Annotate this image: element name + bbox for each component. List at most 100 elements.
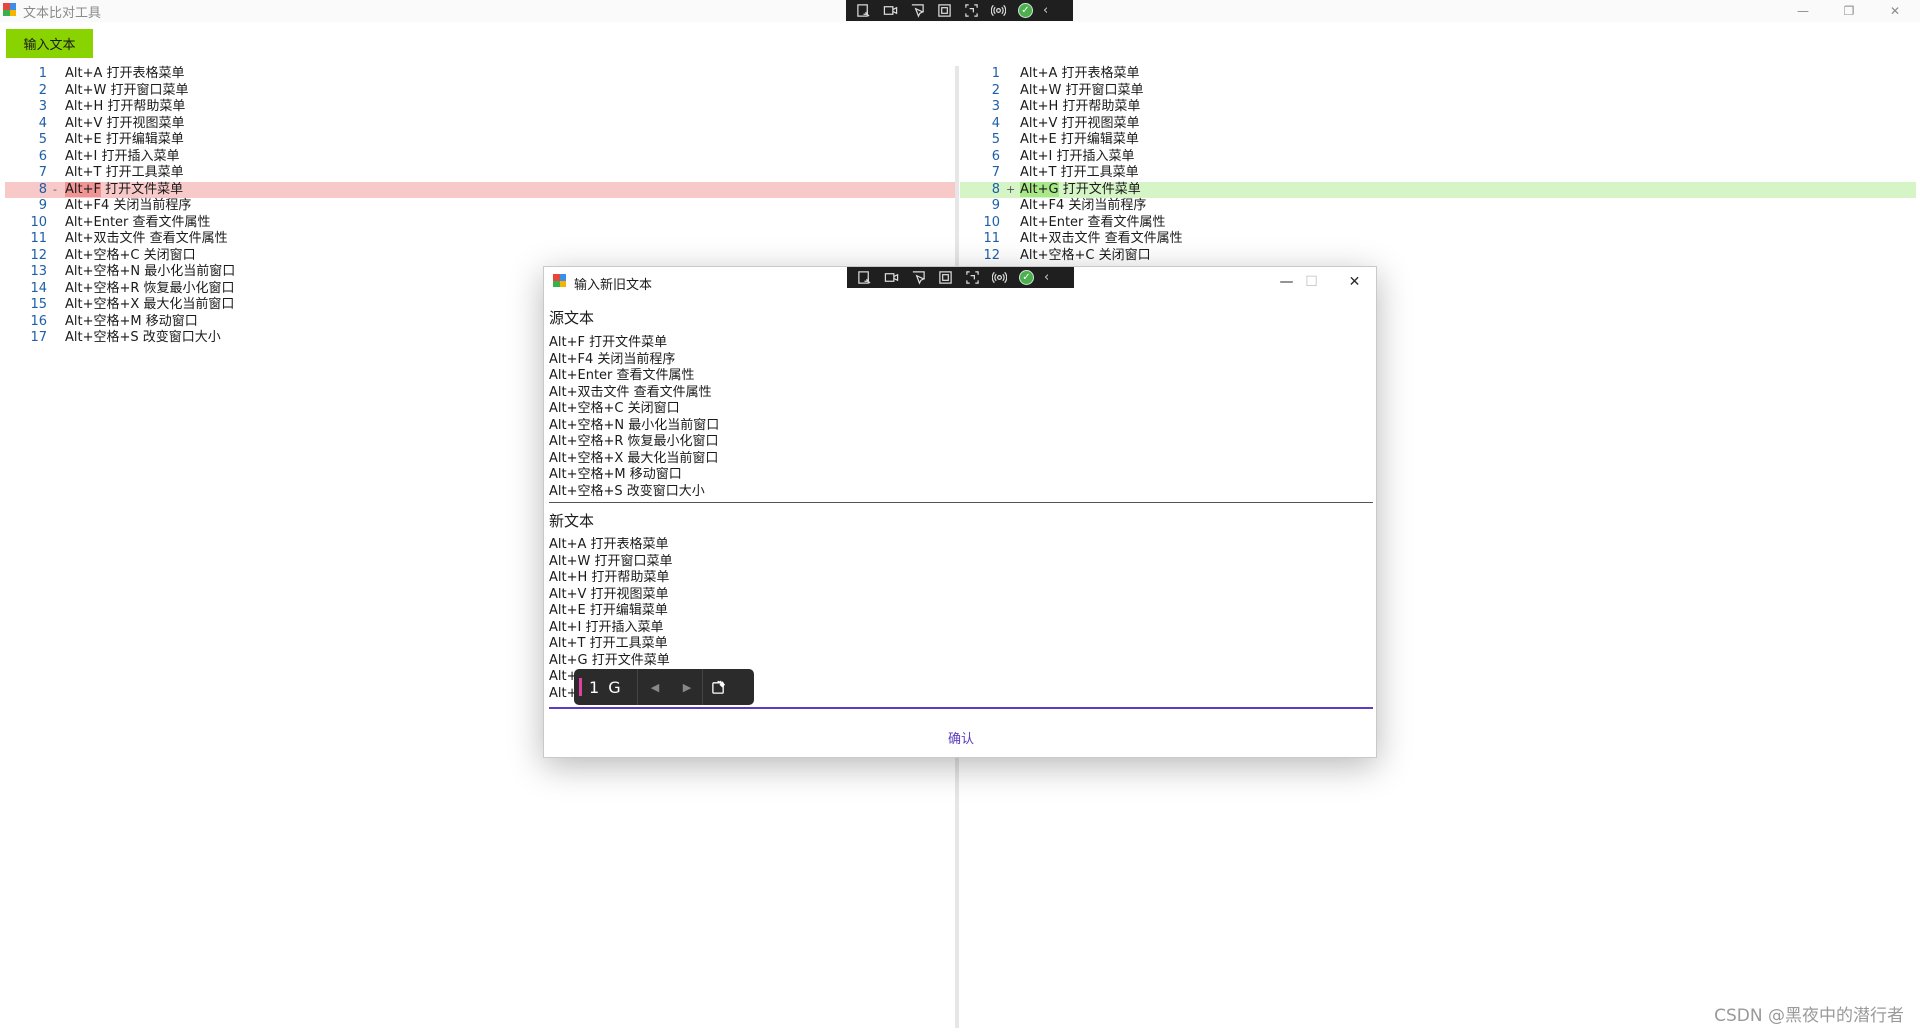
collapse-icon[interactable]: ‹ <box>1043 3 1048 18</box>
diff-line: 1 Alt+A 打开表格菜单 <box>960 66 1916 83</box>
dialog-maximize-button[interactable]: ☐ <box>1289 267 1334 297</box>
line-text: Alt+F 打开文件菜单 <box>65 181 184 199</box>
diff-line: 12 Alt+空格+C 关闭窗口 <box>960 248 1916 265</box>
line-text: Alt+空格+C 关闭窗口 <box>1020 247 1151 263</box>
dialog-title: 输入新旧文本 <box>574 278 653 293</box>
text-line: Alt+F 打开文件菜单 <box>549 335 668 350</box>
line-number: 1 <box>991 66 1000 81</box>
diff-line: 7 Alt+T 打开工具菜单 <box>960 165 1916 182</box>
line-text: Alt+双击文件 查看文件属性 <box>1020 231 1183 246</box>
input-dialog: 输入新旧文本 ✓ ‹ — ☐ ✕ 源文本 Alt+F 打开文件菜单 Alt+F4 … <box>543 266 1377 758</box>
diff-line: 10 Alt+Enter 查看文件属性 <box>5 215 957 232</box>
ime-next-icon[interactable]: ▶ <box>672 681 702 694</box>
diff-line: 11 Alt+双击文件 查看文件属性 <box>5 231 957 248</box>
recorder-toolbar: ✓ ‹ <box>846 0 1073 21</box>
text-line: Alt+空格+N 最小化当前窗口 <box>549 417 720 433</box>
line-number: 4 <box>38 115 47 131</box>
line-number: 8 <box>991 181 1000 197</box>
line-number: 13 <box>30 264 47 279</box>
line-text: Alt+空格+C 关闭窗口 <box>65 247 196 263</box>
dialog-recorder-toolbar: ✓ ‹ <box>847 267 1074 288</box>
diff-marker: + <box>1006 182 1016 196</box>
line-text: Alt+G 打开文件菜单 <box>1020 181 1141 199</box>
window-capture-icon[interactable] <box>963 269 982 286</box>
source-text-input[interactable]: Alt+F 打开文件菜单 Alt+F4 关闭当前程序 Alt+Enter 查看文件属… <box>549 335 1373 500</box>
text-line: Alt+空格+S 改变窗口大小 <box>549 483 705 499</box>
line-text: Alt+A 打开表格菜单 <box>65 66 185 81</box>
check-button[interactable]: ✓ <box>1017 269 1036 286</box>
line-number: 6 <box>38 148 47 164</box>
watermark: CSDN @黑夜中的潜行者 <box>1714 1006 1904 1026</box>
ime-candidate-bar: 1 G ◀ ▶ <box>574 669 754 705</box>
line-text: Alt+Enter 查看文件属性 <box>65 214 211 230</box>
audio-icon[interactable] <box>989 2 1008 19</box>
screenshot-icon[interactable] <box>854 2 873 19</box>
diff-line: 6 Alt+I 打开插入菜单 <box>5 149 957 166</box>
line-number: 12 <box>983 247 1000 263</box>
line-text: Alt+H 打开帮助菜单 <box>1020 99 1141 114</box>
line-text: Alt+空格+M 移动窗口 <box>65 313 198 329</box>
diff-line: 2 Alt+W 打开窗口菜单 <box>5 83 957 100</box>
diff-line: 11 Alt+双击文件 查看文件属性 <box>960 231 1916 248</box>
diff-highlight: Alt+F <box>65 181 101 197</box>
video-icon[interactable] <box>882 269 901 286</box>
diff-pane-right: 1 Alt+A 打开表格菜单 2 Alt+W 打开窗口菜单 3 Alt+H 打开帮助菜单 4… <box>960 66 1916 264</box>
confirm-button[interactable]: 确认 <box>924 723 998 751</box>
line-text: Alt+I 打开插入菜单 <box>65 148 180 164</box>
line-number: 10 <box>30 214 47 230</box>
text-line: Alt+A 打开表格菜单 <box>549 537 669 552</box>
line-text: Alt+E 打开编辑菜单 <box>65 132 184 147</box>
diff-line: 3 Alt+H 打开帮助菜单 <box>5 99 957 116</box>
line-number: 9 <box>991 198 1000 213</box>
line-number: 10 <box>983 214 1000 230</box>
diff-line: 3 Alt+H 打开帮助菜单 <box>960 99 1916 116</box>
diff-line: 9 Alt+F4 关闭当前程序 <box>960 198 1916 215</box>
close-button[interactable]: ✕ <box>1872 0 1918 22</box>
window-capture-icon[interactable] <box>962 2 981 19</box>
text-line: Alt+I 打开插入菜单 <box>549 619 664 635</box>
text-line: Alt+E 打开编辑菜单 <box>549 603 668 618</box>
ime-prev-icon[interactable]: ◀ <box>638 681 672 694</box>
check-icon: ✓ <box>1019 270 1034 285</box>
ime-favorite-icon[interactable] <box>703 680 733 695</box>
diff-line: 7 Alt+T 打开工具菜单 <box>5 165 957 182</box>
pointer-icon[interactable] <box>908 2 927 19</box>
diff-line: 12 Alt+空格+C 关闭窗口 <box>5 248 957 265</box>
screenshot-icon[interactable] <box>855 269 874 286</box>
line-text: Alt+E 打开编辑菜单 <box>1020 132 1139 147</box>
line-number: 15 <box>30 297 47 312</box>
line-text: Alt+F4 关闭当前程序 <box>65 198 192 213</box>
line-text: Alt+V 打开视图菜单 <box>65 115 185 131</box>
line-text: Alt+空格+X 最大化当前窗口 <box>65 297 235 312</box>
line-number: 3 <box>38 99 47 114</box>
region-icon[interactable] <box>935 2 954 19</box>
region-icon[interactable] <box>936 269 955 286</box>
line-text: Alt+W 打开窗口菜单 <box>65 82 189 98</box>
line-text: Alt+T 打开工具菜单 <box>1020 165 1139 180</box>
line-text-rest: 打开文件菜单 <box>100 181 184 197</box>
line-number: 9 <box>38 198 47 213</box>
minimize-button[interactable]: — <box>1780 0 1826 22</box>
diff-line: 10 Alt+Enter 查看文件属性 <box>960 215 1916 232</box>
line-text-rest: 打开文件菜单 <box>1058 181 1141 197</box>
line-text: Alt+W 打开窗口菜单 <box>1020 82 1144 98</box>
line-number: 17 <box>30 330 47 345</box>
ime-composition: 1 G <box>589 677 623 697</box>
line-number: 11 <box>30 231 47 246</box>
diff-line: 9 Alt+F4 关闭当前程序 <box>5 198 957 215</box>
video-icon[interactable] <box>881 2 900 19</box>
dialog-close-button[interactable]: ✕ <box>1332 267 1377 297</box>
pointer-icon[interactable] <box>909 269 928 286</box>
line-text: Alt+双击文件 查看文件属性 <box>65 231 228 246</box>
input-text-button[interactable]: 输入文本 <box>6 29 93 58</box>
line-number: 2 <box>38 82 47 98</box>
text-line: Alt+V 打开视图菜单 <box>549 586 669 602</box>
restore-button[interactable]: ❐ <box>1826 0 1872 22</box>
check-button[interactable]: ✓ <box>1016 2 1035 19</box>
line-number: 5 <box>991 132 1000 147</box>
audio-icon[interactable] <box>990 269 1009 286</box>
line-number: 16 <box>30 313 47 329</box>
collapse-icon[interactable]: ‹ <box>1044 270 1049 285</box>
text-line: Alt+双击文件 查看文件属性 <box>549 384 712 400</box>
line-text: Alt+H 打开帮助菜单 <box>65 99 186 114</box>
